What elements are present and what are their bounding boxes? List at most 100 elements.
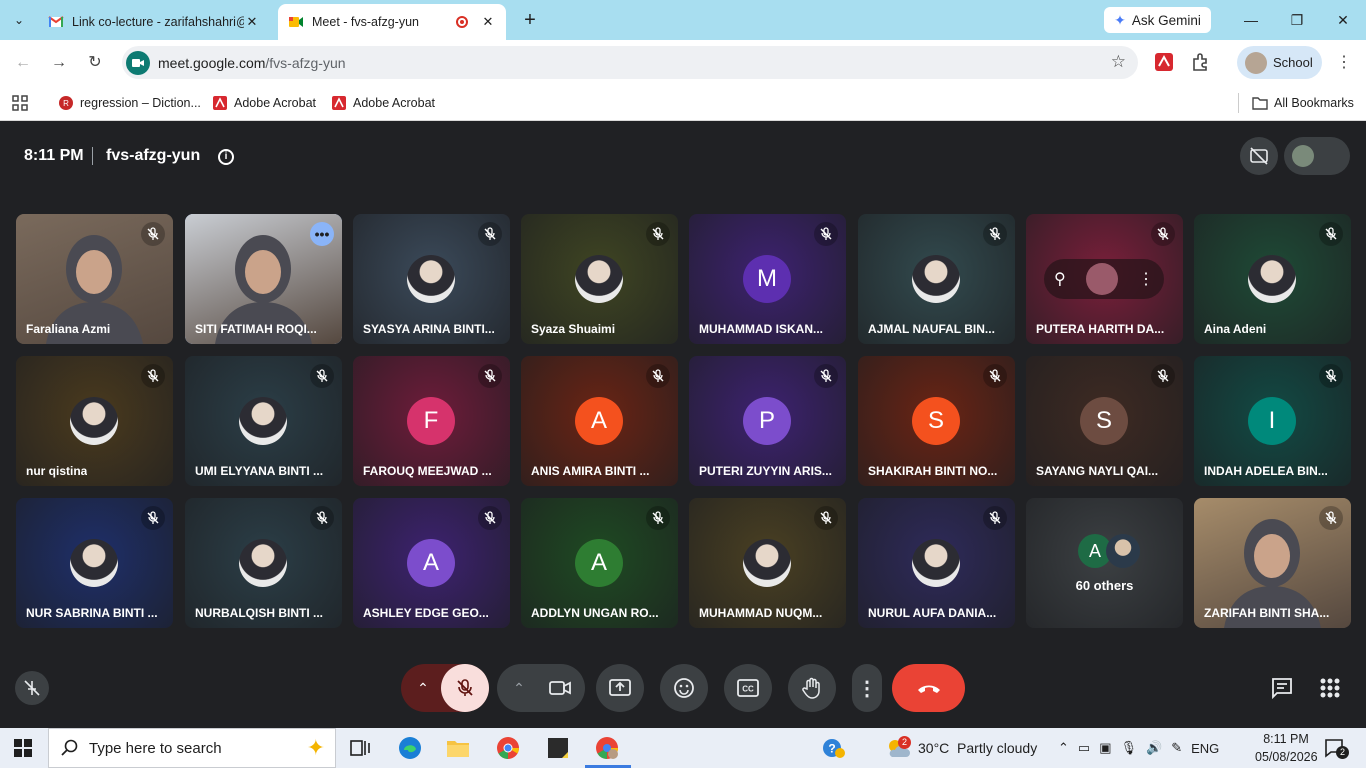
mic-toggle-button[interactable] [441,664,489,712]
system-clock[interactable]: 8:11 PM 05/08/2026 [1255,730,1318,766]
notification-badge: 2 [898,736,911,749]
activities-grid-icon[interactable] [1319,677,1341,699]
extensions-puzzle-icon[interactable] [1190,52,1210,72]
tab-meet[interactable]: Meet - fvs-afzg-yun ✕ [278,4,506,40]
network-icon[interactable]: ▭ [1078,740,1090,756]
participant-tile[interactable]: nur qistina [16,356,173,486]
close-icon[interactable]: ✕ [480,14,496,30]
chrome-profile-icon[interactable] [595,736,619,760]
participant-tile[interactable]: NURUL AUFA DANIA... [858,498,1015,628]
divider [1238,93,1239,113]
camera-icon[interactable] [549,678,571,698]
pen-icon[interactable]: ✎ [1171,740,1182,756]
mic-off-icon [989,369,1001,382]
avatar [1245,51,1267,74]
acrobat-extension-icon[interactable] [1154,52,1174,72]
participant-tile[interactable]: A ANIS AMIRA BINTI ... [521,356,678,486]
chat-icon[interactable] [1270,676,1294,700]
participant-tile[interactable]: F FAROUQ MEEJWAD ... [353,356,510,486]
present-screen-button[interactable] [596,664,644,712]
participant-tile[interactable]: A ASHLEY EDGE GEO... [353,498,510,628]
participant-tile[interactable]: P PUTERI ZUYYIN ARIS... [689,356,846,486]
mute-indicator [646,222,670,246]
participant-name: MUHAMMAD ISKAN... [699,322,823,336]
more-vert-icon[interactable]: ⋮ [1138,269,1154,289]
leave-call-button[interactable] [892,664,965,712]
audio-options-chevron-icon[interactable]: ⌃ [401,664,445,712]
tray-overflow-icon[interactable]: ⌃ [1058,740,1069,756]
new-tab-button[interactable]: + [518,8,542,32]
participant-tile[interactable]: A ADDLYN UNGAN RO... [521,498,678,628]
participant-tile[interactable]: NUR SABRINA BINTI ... [16,498,173,628]
tile-options-button[interactable]: ••• [310,222,334,246]
chrome-menu-icon[interactable]: ⋮ [1336,52,1352,72]
action-center-button[interactable]: 2 [1324,738,1349,763]
minimize-icon[interactable]: — [1228,0,1274,40]
back-icon[interactable]: ← [12,52,34,74]
bookmark-item[interactable]: Adobe Acrobat [331,93,435,113]
all-bookmarks-button[interactable]: All Bookmarks [1252,93,1354,113]
close-icon[interactable]: ✕ [244,14,260,30]
tab-gmail[interactable]: Link co-lecture - zarifahshahri@ ✕ [38,4,270,40]
bookmark-item[interactable]: R regression – Diction... [58,93,201,113]
language-indicator[interactable]: ENG [1191,741,1219,756]
tab-search-icon[interactable]: ⌄ [6,9,32,31]
raise-hand-button[interactable] [788,664,836,712]
bookmark-star-icon[interactable]: ☆ [1111,52,1126,72]
weather-widget[interactable]: 2 30°C Partly cloudy [886,728,1037,768]
microphone-icon[interactable]: 🎙 [1121,740,1138,756]
address-bar[interactable]: meet.google.com/fvs-afzg-yun ☆ [122,46,1138,79]
participant-tile[interactable]: SYASYA ARINA BINTI... [353,214,510,344]
restore-icon[interactable]: ❐ [1274,0,1320,40]
participant-tile[interactable]: MUHAMMAD NUQM... [689,498,846,628]
participant-tile[interactable]: Aina Adeni [1194,214,1351,344]
participant-tile[interactable]: AJMAL NAUFAL BIN... [858,214,1015,344]
ask-gemini-button[interactable]: ✦ Ask Gemini [1104,7,1211,33]
bookmark-item[interactable]: Adobe Acrobat [212,93,316,113]
help-icon[interactable]: ? [822,736,846,760]
participant-tile[interactable]: ZARIFAH BINTI SHA... [1194,498,1351,628]
apps-grid-icon[interactable] [12,95,28,111]
edge-icon[interactable] [398,736,422,760]
pin-icon[interactable]: ⚲ [1054,269,1066,289]
window-close-icon[interactable]: ✕ [1320,0,1366,40]
participant-tile[interactable]: ⚲ ⋮ PUTERA HARITH DA... [1026,214,1183,344]
reactions-button[interactable] [660,664,708,712]
avatar [239,539,287,587]
participant-tile[interactable]: NURBALQISH BINTI ... [185,498,342,628]
bookmarks-bar: R regression – Diction... Adobe Acrobat … [0,85,1366,121]
participant-tile[interactable]: S SHAKIRAH BINTI NO... [858,356,1015,486]
windows-start-icon[interactable] [14,739,32,757]
svg-text:R: R [63,99,69,108]
divider [92,147,93,165]
sticky-notes-icon[interactable] [546,736,570,760]
participant-tile[interactable]: Syaza Shuaimi [521,214,678,344]
participant-tile[interactable]: S SAYANG NAYLI QAI... [1026,356,1183,486]
profile-chip[interactable]: School [1237,46,1322,79]
caption-off-button[interactable] [1240,137,1278,175]
pin-off-button[interactable] [15,671,49,705]
site-info-icon[interactable] [126,50,150,75]
participant-tile[interactable]: Faraliana Azmi [16,214,173,344]
participant-tile[interactable]: SITI FATIMAH ROQI... ••• [185,214,342,344]
display-icon[interactable]: ▣ [1099,740,1111,756]
chrome-icon[interactable] [496,736,520,760]
task-view-icon[interactable] [348,736,372,760]
taskbar-search-box[interactable]: Type here to search ✦ [48,728,336,768]
file-explorer-icon[interactable] [446,736,470,760]
participant-tile[interactable]: M MUHAMMAD ISKAN... [689,214,846,344]
participant-tile[interactable]: I INDAH ADELEA BIN... [1194,356,1351,486]
participant-tile[interactable]: UMI ELYYANA BINTI ... [185,356,342,486]
reload-icon[interactable]: ↻ [84,52,106,74]
forward-icon[interactable]: → [48,52,70,74]
participants-button[interactable] [1284,137,1350,175]
captions-button[interactable]: CC [724,664,772,712]
more-options-button[interactable]: ⋮ [852,664,882,712]
mic-off-icon [457,679,473,696]
participant-tile[interactable]: A 60 others [1026,498,1183,628]
volume-icon[interactable]: 🔊 [1146,740,1162,756]
mute-indicator [983,364,1007,388]
meeting-info-icon[interactable]: i [218,149,234,165]
mute-indicator [814,364,838,388]
video-options-chevron-icon[interactable]: ⌃ [497,664,541,712]
